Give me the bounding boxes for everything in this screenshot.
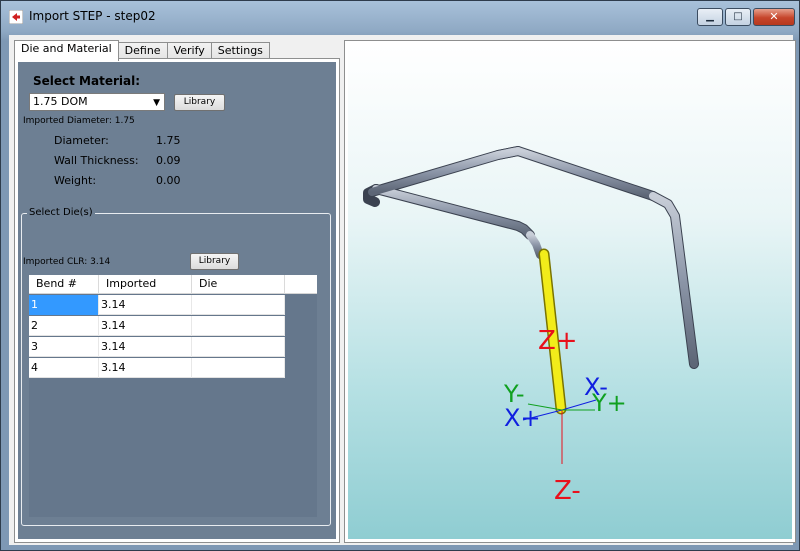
bend-number-cell[interactable]: 3 [29,337,99,357]
die-cell[interactable] [192,295,285,315]
die-and-material-page: Select Material: 1.75 DOM ▼ Library Impo… [14,58,340,543]
tab-die-and-material[interactable]: Die and Material [14,40,119,61]
radius-cell[interactable]: 3.14 [99,358,192,378]
y-minus-axis-label: Y- [503,380,524,408]
bend-number-cell[interactable]: 2 [29,316,99,336]
z-minus-axis-label: Z- [554,476,581,506]
material-select-value: 1.75 DOM [33,95,88,108]
tube-model-scene: Z+ Z- X+ X- Y- Y+ [363,146,699,506]
weight-label: Weight: [54,174,97,187]
table-row[interactable]: 3 3.14 [29,337,285,357]
material-select[interactable]: 1.75 DOM ▼ [29,93,165,111]
app-icon [9,10,23,24]
z-plus-axis-label: Z+ [538,326,578,356]
title-bar[interactable]: Import STEP - step02 ▁ □ ✕ [1,1,800,35]
3d-viewport-frame: Z+ Z- X+ X- Y- Y+ [344,40,796,543]
column-header-bend[interactable]: Bend # [29,275,99,294]
die-cell[interactable] [192,358,285,378]
imported-diameter-label: Imported Diameter: 1.75 [23,116,135,126]
die-cell[interactable] [192,316,285,336]
client-area: Die and Material Define Verify Settings … [9,35,796,545]
window-title: Import STEP - step02 [29,9,156,23]
diameter-label: Diameter: [54,134,109,147]
bends-table: Bend # Imported Radius Die 1 3.14 2 3.14 [29,275,317,517]
select-dies-title: Select Die(s) [27,207,95,218]
die-cell[interactable] [192,337,285,357]
minimize-icon: ▁ [706,11,714,22]
material-library-button[interactable]: Library [174,94,225,111]
table-row[interactable]: 1 3.14 [29,295,285,315]
y-plus-axis-label: Y+ [591,389,627,417]
table-row[interactable]: 2 3.14 [29,316,285,336]
weight-value: 0.00 [156,174,181,187]
tube-model[interactable] [363,146,699,369]
table-row[interactable]: 4 3.14 [29,358,285,378]
wall-thickness-value: 0.09 [156,154,181,167]
select-material-heading: Select Material: [33,74,141,88]
wall-thickness-label: Wall Thickness: [54,154,139,167]
imported-clr-label: Imported CLR: 3.14 [23,257,111,267]
radius-cell[interactable]: 3.14 [99,337,192,357]
close-button[interactable]: ✕ [753,8,795,26]
die-library-button[interactable]: Library [190,253,239,270]
table-header: Bend # Imported Radius Die [29,275,317,308]
import-step-window: Import STEP - step02 ▁ □ ✕ Die and Mater… [0,0,800,551]
bend-number-cell[interactable]: 4 [29,358,99,378]
3d-viewport[interactable]: Z+ Z- X+ X- Y- Y+ [348,44,792,539]
radius-cell[interactable]: 3.14 [99,316,192,336]
die-and-material-panel: Select Material: 1.75 DOM ▼ Library Impo… [18,62,336,539]
diameter-value: 1.75 [156,134,181,147]
chevron-down-icon: ▼ [153,98,160,108]
bend-number-cell[interactable]: 1 [29,295,99,315]
minimize-button[interactable]: ▁ [697,8,723,26]
column-header-imported-radius[interactable]: Imported Radius [99,275,192,308]
close-icon: ✕ [769,10,779,23]
x-plus-axis-label: X+ [504,404,541,432]
maximize-icon: □ [733,11,743,22]
column-header-die[interactable]: Die [192,275,285,294]
radius-cell[interactable]: 3.14 [99,295,192,315]
maximize-button[interactable]: □ [725,8,751,26]
